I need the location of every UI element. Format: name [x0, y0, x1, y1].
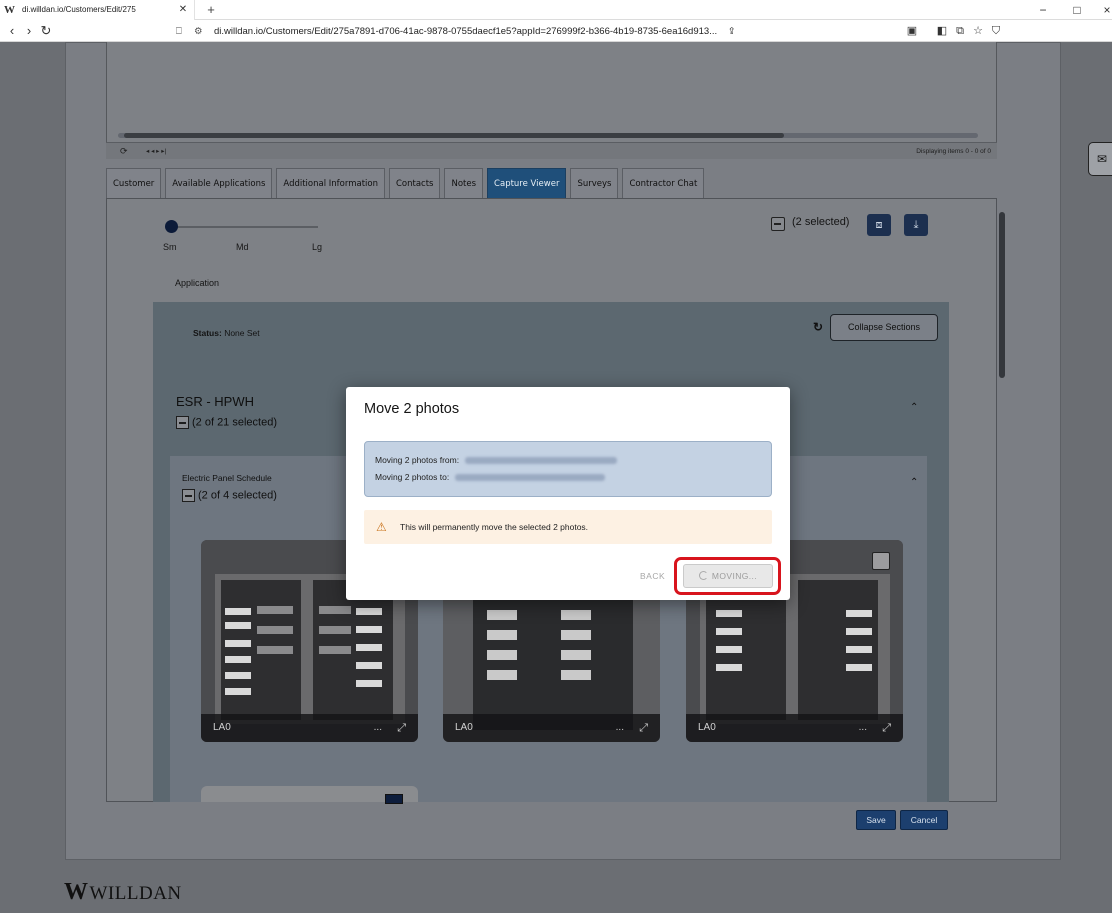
subsection-selection[interactable]: (2 of 4 selected): [182, 489, 277, 502]
expand-icon[interactable]: ⤢: [397, 714, 406, 742]
split-screen-icon[interactable]: ◧: [934, 22, 950, 40]
size-slider-track[interactable]: [170, 226, 318, 228]
tab-contractor-chat[interactable]: Contractor Chat: [622, 168, 705, 199]
pager-status: Displaying items 0 - 0 of 0: [916, 148, 991, 155]
subsection-select-checkbox[interactable]: [182, 489, 195, 502]
willdan-logo-text: WILLDAN: [89, 883, 182, 904]
url-text: di.willdan.io/Customers/Edit/275a7891-d7…: [214, 26, 718, 37]
size-option-md[interactable]: Md: [236, 242, 249, 252]
expand-icon[interactable]: ⤢: [882, 714, 891, 742]
tab-surveys[interactable]: Surveys: [570, 168, 619, 199]
minimize-window-button[interactable]: −: [1028, 0, 1058, 20]
grid-refresh-icon[interactable]: ⟳: [120, 143, 128, 160]
save-button[interactable]: Save: [856, 810, 896, 830]
redacted-to-value: [455, 474, 606, 482]
move-info-box: [364, 441, 772, 497]
section-title: ESR - HPWH: [176, 394, 254, 409]
section-selection[interactable]: (2 of 21 selected): [176, 416, 277, 429]
redacted-from-value: [465, 457, 618, 465]
download-icon[interactable]: ⤓: [904, 214, 928, 236]
photo-caption: LA0: [698, 722, 716, 733]
refresh-icon[interactable]: ↻: [813, 320, 823, 334]
selected-count: (2 selected): [792, 216, 850, 228]
browser-tab[interactable]: W di.willdan.io/Customers/Edit/275 ✕: [0, 0, 195, 20]
status-value: None Set: [224, 328, 260, 338]
photo-select-checkbox[interactable]: [872, 552, 890, 570]
chevron-up-icon[interactable]: ⌃: [910, 402, 918, 413]
warning-text: This will permanently move the selected …: [400, 522, 589, 532]
share-icon[interactable]: ⇪: [728, 26, 736, 37]
shield-icon[interactable]: ⛉: [988, 22, 1004, 40]
section-select-checkbox[interactable]: [176, 416, 189, 429]
tab-contacts[interactable]: Contacts: [388, 168, 441, 199]
back-arrow-icon[interactable]: ‹: [4, 21, 20, 41]
bookmark-icon[interactable]: ⎕: [176, 22, 194, 41]
status-label: Status:: [193, 328, 222, 338]
select-all-checkbox[interactable]: [771, 217, 785, 231]
subsection-selected-count: (2 of 4 selected): [198, 489, 277, 502]
warning-icon: ⚠: [376, 520, 387, 534]
customer-tabs: Customer Available Applications Additional…: [106, 168, 708, 200]
willdan-logo: WWILLDAN: [64, 879, 182, 906]
pager-controls[interactable]: ◂ ◂ ▸ ▸|: [146, 143, 166, 160]
move-to-label: Moving 2 photos to:: [375, 472, 450, 482]
move-folder-icon[interactable]: ⧈: [867, 214, 891, 236]
maximize-window-button[interactable]: □: [1062, 0, 1092, 20]
reader-mode-icon[interactable]: ▣: [904, 22, 920, 40]
tab-notes[interactable]: Notes: [444, 168, 484, 199]
grid-scroll-thumb[interactable]: [124, 133, 784, 138]
address-bar[interactable]: ⎕ ⚙ di.willdan.io/Customers/Edit/275a7891-…: [176, 22, 816, 41]
photo-caption: LA0: [455, 722, 473, 733]
photo-more-menu[interactable]: ...: [859, 714, 867, 742]
new-tab-button[interactable]: +: [203, 0, 219, 20]
tab-actions-icon[interactable]: ⧉: [952, 22, 968, 40]
section-selected-count: (2 of 21 selected): [192, 416, 277, 429]
size-option-lg[interactable]: Lg: [312, 242, 322, 252]
photo-more-menu[interactable]: ...: [616, 714, 624, 742]
photo-select-checkbox[interactable]: [385, 794, 403, 804]
willdan-logo-mark: W: [64, 879, 89, 905]
move-from-line: Moving 2 photos from:: [375, 455, 618, 465]
size-slider-handle[interactable]: [165, 220, 178, 233]
collapse-sections-button[interactable]: Collapse Sections: [830, 314, 938, 341]
size-option-sm[interactable]: Sm: [163, 242, 177, 252]
tab-customer[interactable]: Customer: [106, 168, 162, 199]
forward-arrow-icon[interactable]: ›: [21, 21, 37, 41]
photo-more-menu[interactable]: ...: [374, 714, 382, 742]
browser-tab-title: di.willdan.io/Customers/Edit/275: [22, 5, 136, 14]
tab-additional-information[interactable]: Additional Information: [276, 168, 385, 199]
move-from-label: Moving 2 photos from:: [375, 455, 460, 465]
tab-capture-viewer[interactable]: Capture Viewer: [487, 168, 567, 199]
close-tab-icon[interactable]: ✕: [176, 2, 190, 18]
close-window-button[interactable]: ×: [1092, 0, 1112, 20]
photo-caption: LA0: [213, 722, 231, 733]
grid-horizontal-scrollbar[interactable]: [106, 130, 997, 142]
application-label: Application: [175, 278, 220, 288]
cancel-button[interactable]: Cancel: [900, 810, 948, 830]
chevron-up-icon[interactable]: ⌃: [910, 477, 918, 488]
tab-available-applications[interactable]: Available Applications: [165, 168, 273, 199]
content-vertical-scrollbar[interactable]: [996, 198, 1008, 802]
move-to-line: Moving 2 photos to:: [375, 472, 606, 482]
highlight-annotation: [674, 557, 781, 595]
site-info-icon[interactable]: ⚙: [194, 22, 214, 41]
status-text: Status: None Set: [193, 328, 260, 338]
expand-icon[interactable]: ⤢: [639, 714, 648, 742]
mail-icon[interactable]: ✉: [1088, 142, 1112, 176]
favorites-icon[interactable]: ☆: [970, 22, 986, 40]
willdan-favicon-icon: W: [4, 4, 15, 16]
reload-icon[interactable]: ↻: [38, 21, 54, 41]
grid-pager: ⟳ ◂ ◂ ▸ ▸| Displaying items 0 - 0 of 0: [106, 142, 997, 159]
back-button[interactable]: BACK: [640, 571, 665, 581]
dialog-title: Move 2 photos: [364, 401, 460, 417]
subsection-title: Electric Panel Schedule: [182, 473, 272, 483]
